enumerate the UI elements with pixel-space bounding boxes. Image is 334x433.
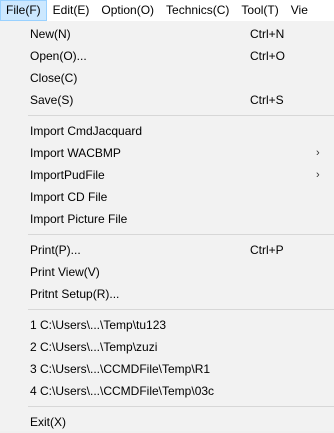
menu-item-shortcut: Ctrl+N (250, 27, 285, 41)
menu-item-label: Save(S) (30, 93, 74, 107)
menu-item-print[interactable]: Print(P)... Ctrl+P (0, 239, 334, 261)
menu-item-label: 4 C:\Users\...\CCMDFile\Temp\03c (30, 384, 215, 398)
menu-technics[interactable]: Technics(C) (160, 0, 235, 21)
menu-item-label: Print View(V) (30, 265, 100, 279)
menu-item-import-cd-file[interactable]: Import CD File (0, 186, 334, 208)
menu-item-shortcut: Ctrl+P (250, 243, 284, 257)
recent-file-item[interactable]: 4 C:\Users\...\CCMDFile\Temp\03c (0, 380, 334, 402)
menu-item-label: Close(C) (30, 71, 78, 85)
file-dropdown-menu: New(N) Ctrl+N Open(O)... Ctrl+O Close(C)… (0, 21, 334, 431)
menu-item-print-setup[interactable]: Pritnt Setup(R)... (0, 283, 334, 305)
menu-separator (28, 406, 334, 407)
menu-item-label: 2 C:\Users\...\Temp\zuzi (30, 340, 158, 354)
menu-option[interactable]: Option(O) (95, 0, 160, 21)
menu-bar: File(F) Edit(E) Option(O) Technics(C) To… (0, 0, 334, 21)
menu-item-shortcut: Ctrl+S (250, 93, 284, 107)
menu-item-label: Import CmdJacquard (30, 124, 143, 138)
menu-item-exit[interactable]: Exit(X) (0, 411, 334, 433)
menu-separator (28, 115, 334, 116)
menu-file[interactable]: File(F) (0, 0, 47, 21)
menu-separator (28, 309, 334, 310)
menu-item-label: Import WACBMP (30, 146, 121, 160)
menu-item-label: 1 C:\Users\...\Temp\tu123 (30, 318, 167, 332)
menu-item-label: Exit(X) (30, 415, 66, 429)
menu-item-import-wacbmp[interactable]: Import WACBMP › (0, 142, 334, 164)
menu-item-import-picture-file[interactable]: Import Picture File (0, 208, 334, 230)
menu-item-label: ImportPudFile (30, 168, 105, 182)
menu-item-close[interactable]: Close(C) (0, 67, 334, 89)
menu-tool[interactable]: Tool(T) (235, 0, 284, 21)
menu-item-shortcut: Ctrl+O (250, 49, 286, 63)
recent-file-item[interactable]: 1 C:\Users\...\Temp\tu123 (0, 314, 334, 336)
menu-item-label: Pritnt Setup(R)... (30, 287, 120, 301)
menu-item-label: 3 C:\Users\...\CCMDFile\Temp\R1 (30, 362, 211, 376)
menu-item-import-pudfile[interactable]: ImportPudFile › (0, 164, 334, 186)
submenu-arrow-icon: › (316, 147, 320, 159)
submenu-arrow-icon: › (316, 169, 320, 181)
menu-item-open[interactable]: Open(O)... Ctrl+O (0, 45, 334, 67)
menu-item-new[interactable]: New(N) Ctrl+N (0, 23, 334, 45)
menu-item-label: Print(P)... (30, 243, 81, 257)
menu-item-label: Import CD File (30, 190, 108, 204)
menu-item-print-view[interactable]: Print View(V) (0, 261, 334, 283)
recent-file-item[interactable]: 2 C:\Users\...\Temp\zuzi (0, 336, 334, 358)
menu-item-label: Open(O)... (30, 49, 87, 63)
menu-edit[interactable]: Edit(E) (47, 0, 96, 21)
menu-item-import-cmdjacquard[interactable]: Import CmdJacquard (0, 120, 334, 142)
menu-item-label: New(N) (30, 27, 71, 41)
recent-file-item[interactable]: 3 C:\Users\...\CCMDFile\Temp\R1 (0, 358, 334, 380)
menu-item-save[interactable]: Save(S) Ctrl+S (0, 89, 334, 111)
menu-view[interactable]: Vie (285, 0, 314, 21)
menu-separator (28, 234, 334, 235)
menu-item-label: Import Picture File (30, 212, 128, 226)
